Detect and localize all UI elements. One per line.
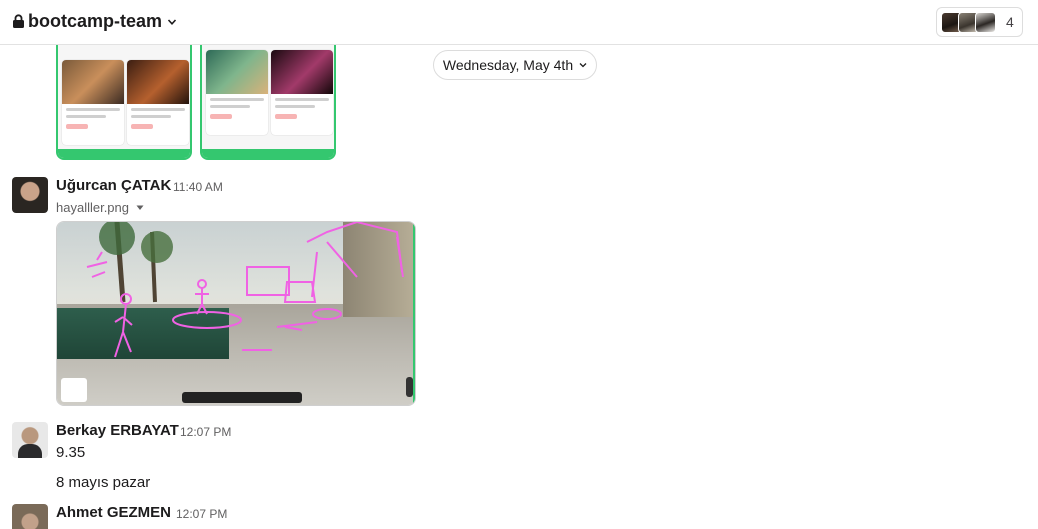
file-name: hayalller.png (56, 200, 129, 215)
message-text: 9.35 (56, 444, 86, 461)
event-card (271, 50, 333, 135)
lock-icon (13, 14, 24, 28)
date-divider-button[interactable]: Wednesday, May 4th (433, 50, 597, 80)
member-count: 4 (1006, 14, 1014, 30)
channel-name-button[interactable]: bootcamp-team (12, 11, 177, 32)
message-text: 8 mayıs pazar (56, 474, 151, 491)
caret-down-icon[interactable] (136, 205, 144, 211)
message-sender[interactable]: Uğurcan ÇATAK (56, 177, 171, 194)
message-sender[interactable]: Berkay ERBAYAT (56, 422, 179, 439)
event-card (62, 60, 124, 145)
channel-header: bootcamp-team 4 (0, 0, 1038, 45)
message-timestamp[interactable]: 12:07 PM (176, 507, 227, 521)
user-avatar[interactable] (12, 504, 48, 529)
image-attachment[interactable] (56, 221, 416, 406)
event-card (127, 60, 189, 145)
map-pin-icon[interactable] (61, 378, 87, 402)
message-timestamp[interactable]: 12:07 PM (180, 425, 231, 439)
event-card (206, 50, 268, 135)
chevron-down-icon (167, 18, 177, 25)
zoom-control (406, 377, 413, 397)
video-toolbar (182, 392, 302, 403)
message-sender[interactable]: Ahmet GEZMEN (56, 504, 171, 521)
sketch-annotation (86, 222, 404, 358)
date-label: Wednesday, May 4th (442, 57, 574, 73)
chevron-down-icon (579, 63, 587, 68)
user-avatar[interactable] (12, 177, 48, 213)
message-timestamp[interactable]: 11:40 AM (173, 180, 223, 194)
image-attachment[interactable] (200, 45, 336, 160)
file-attachment-name[interactable]: hayalller.png (56, 200, 144, 215)
channel-name: bootcamp-team (28, 11, 163, 31)
member-avatar (975, 11, 996, 33)
image-attachment[interactable] (56, 45, 192, 160)
user-avatar[interactable] (12, 422, 48, 458)
members-button[interactable]: 4 (936, 7, 1023, 37)
